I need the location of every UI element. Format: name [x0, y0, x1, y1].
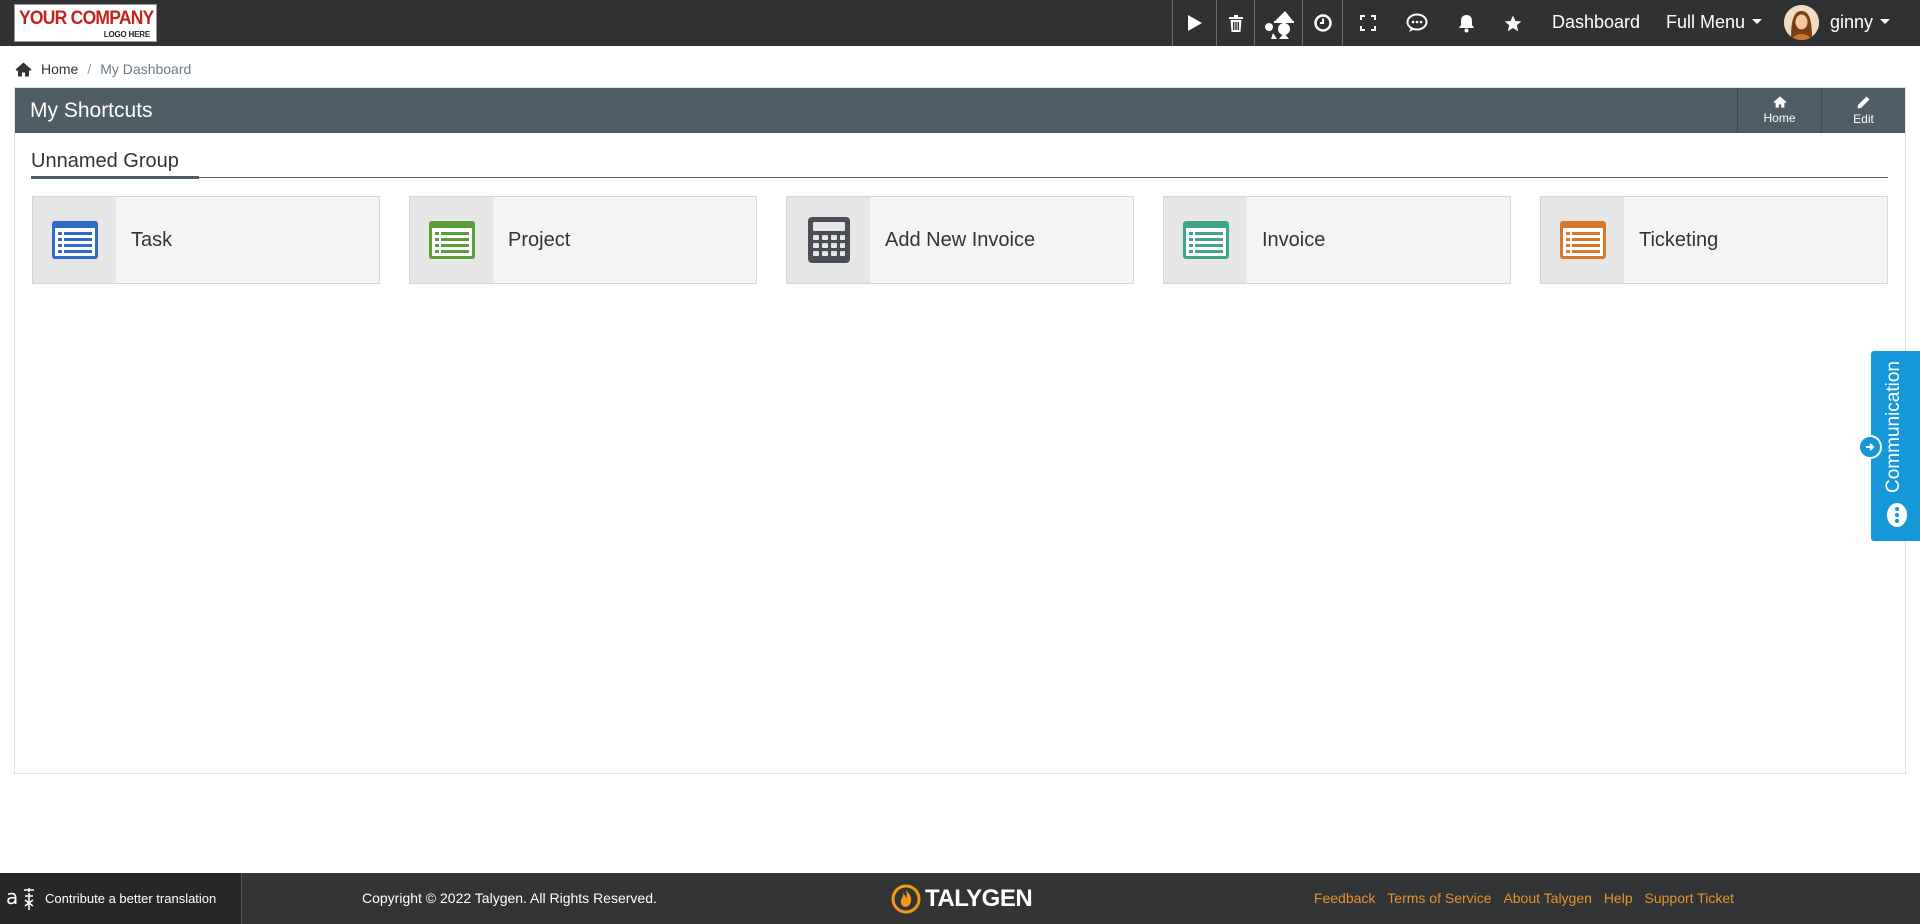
translate-icon: a [6, 885, 34, 910]
shortcut-project[interactable]: Project [409, 196, 757, 284]
avatar[interactable] [1784, 5, 1819, 40]
brand-text: TALYGEN [925, 885, 1033, 912]
arrow-right-icon[interactable] [1858, 435, 1882, 459]
star-icon[interactable] [1490, 0, 1536, 46]
shortcut-label: Project [508, 229, 571, 251]
edit-button-label: Edit [1853, 111, 1874, 126]
chevron-down-icon [1752, 19, 1763, 25]
play-icon[interactable] [1172, 0, 1216, 46]
full-menu-label: Full Menu [1666, 12, 1746, 32]
home-button-label: Home [1763, 111, 1796, 125]
chevron-down-icon [1880, 19, 1891, 25]
copyright-text: Copyright © 2022 Talygen. All Rights Res… [362, 890, 657, 906]
panel-header: My Shortcuts Home Edit [15, 88, 1905, 133]
bell-icon[interactable] [1442, 0, 1490, 46]
top-navbar: YOUR COMPANY LOGO HERE Dashboard Full Me… [0, 0, 1920, 46]
footer-links: Feedback Terms of Service About Talygen … [1306, 873, 1734, 924]
terms-of-service-link[interactable]: Terms of Service [1387, 890, 1491, 906]
shortcut-add-new-invoice[interactable]: Add New Invoice [786, 196, 1134, 284]
translate-label: Contribute a better translation [45, 891, 217, 906]
svg-text:a: a [6, 885, 18, 909]
communication-label: Communication [1883, 361, 1904, 493]
logo-text: YOUR COMPANY [19, 8, 154, 29]
group-divider-accent [31, 176, 199, 179]
wizard-icon[interactable] [1254, 0, 1302, 46]
fullscreen-icon[interactable] [1342, 0, 1392, 46]
group-divider [31, 177, 1888, 178]
list-icon [33, 197, 116, 283]
help-link[interactable]: Help [1604, 890, 1633, 906]
shortcut-invoice[interactable]: Invoice [1163, 196, 1511, 284]
company-logo[interactable]: YOUR COMPANY LOGO HERE [14, 4, 157, 42]
list-icon [1541, 197, 1624, 283]
trash-icon[interactable] [1216, 0, 1254, 46]
shortcut-label: Invoice [1262, 229, 1326, 251]
home-icon [1773, 96, 1786, 108]
edit-button[interactable]: Edit [1821, 88, 1905, 133]
shortcuts-panel: My Shortcuts Home Edit [14, 87, 1906, 774]
shortcut-ticketing[interactable]: Ticketing [1540, 196, 1888, 284]
shortcut-label: Ticketing [1639, 229, 1719, 251]
home-button[interactable]: Home [1737, 88, 1821, 133]
chat-icon[interactable] [1392, 0, 1442, 46]
translate-button[interactable]: a Contribute a better translation [0, 873, 242, 924]
breadcrumb: Home / My Dashboard [15, 59, 191, 79]
group-title: Unnamed Group [31, 150, 179, 172]
page-title: My Shortcuts [30, 99, 153, 122]
chat-bubble-icon [1887, 503, 1907, 527]
shortcut-label: Task [131, 229, 173, 251]
talygen-logo[interactable]: TALYGEN [891, 884, 1033, 914]
about-talygen-link[interactable]: About Talygen [1503, 890, 1591, 906]
breadcrumb-separator: / [87, 61, 92, 77]
shortcut-task[interactable]: Task [32, 196, 380, 284]
list-icon [410, 197, 493, 283]
list-icon [1164, 197, 1247, 283]
footer: a Contribute a better translation Copyri… [0, 873, 1920, 924]
logo-subtext: LOGO HERE [103, 30, 150, 39]
user-name: ginny [1830, 12, 1874, 32]
dashboard-link[interactable]: Dashboard [1552, 0, 1640, 46]
user-menu[interactable]: ginny [1830, 0, 1891, 46]
calculator-icon [787, 197, 870, 283]
home-icon [15, 62, 32, 76]
pencil-icon [1857, 96, 1870, 108]
breadcrumb-current: My Dashboard [100, 61, 192, 77]
full-menu-dropdown[interactable]: Full Menu [1666, 0, 1763, 46]
breadcrumb-home-link[interactable]: Home [41, 61, 78, 77]
support-ticket-link[interactable]: Support Ticket [1645, 890, 1735, 906]
clock-icon[interactable] [1302, 0, 1342, 46]
talygen-flame-icon [891, 884, 921, 914]
feedback-link[interactable]: Feedback [1314, 890, 1375, 906]
shortcut-label: Add New Invoice [885, 229, 1036, 251]
